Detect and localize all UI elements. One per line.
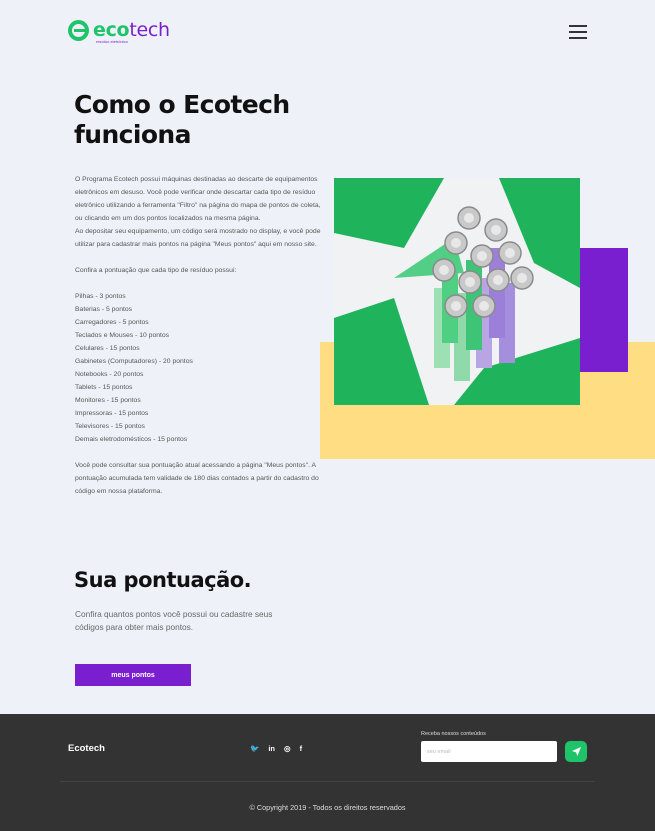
points-item: Pilhas - 3 pontos bbox=[75, 293, 126, 300]
hamburger-menu-icon[interactable] bbox=[569, 25, 587, 39]
twitter-icon[interactable]: 🐦 bbox=[250, 744, 259, 753]
points-item: Monitores - 15 pontos bbox=[75, 397, 141, 404]
facebook-icon[interactable]: f bbox=[300, 744, 303, 753]
points-item: Tablets - 15 pontos bbox=[75, 384, 133, 391]
points-item: Demais eletrodomésticos - 15 pontos bbox=[75, 436, 188, 443]
hero-image-composition bbox=[320, 178, 655, 459]
intro-paragraph: O Programa Ecotech possui máquinas desti… bbox=[75, 176, 321, 248]
ecotech-logo-icon bbox=[68, 20, 89, 41]
batteries-recycling-photo bbox=[334, 178, 580, 405]
send-arrow-icon bbox=[571, 747, 581, 756]
points-heading: Confira a pontuação que cada tipo de res… bbox=[75, 267, 237, 274]
page-title: Como o Ecotech funciona bbox=[74, 90, 290, 149]
my-points-button[interactable]: meus pontos bbox=[75, 664, 191, 686]
logo-tech-text: tech bbox=[129, 19, 170, 41]
logo-tagline: resíduo eletrônico bbox=[96, 39, 128, 44]
points-list: Pilhas - 3 pontos Baterias - 5 pontos Ca… bbox=[75, 290, 325, 446]
points-item: Impressoras - 15 pontos bbox=[75, 410, 149, 417]
send-newsletter-button[interactable] bbox=[565, 741, 587, 762]
points-item: Notebooks - 20 pontos bbox=[75, 371, 144, 378]
points-item: Televisores - 15 pontos bbox=[75, 423, 145, 430]
copyright-text: © Copyright 2019 - Todos os direitos res… bbox=[249, 803, 406, 812]
site-footer: Ecotech 🐦 in ◎ f Receba nossos conteúdos… bbox=[0, 714, 655, 831]
score-description: Confira quantos pontos você possui ou ca… bbox=[75, 609, 273, 632]
site-header: ecotech resíduo eletrônico bbox=[0, 0, 655, 64]
points-item: Teclados e Mouses - 10 pontos bbox=[75, 332, 170, 339]
newsletter-label: Receba nossos conteúdos bbox=[421, 731, 486, 737]
linkedin-icon[interactable]: in bbox=[268, 744, 275, 753]
points-item: Celulares - 15 pontos bbox=[75, 345, 140, 352]
footer-brand: Ecotech bbox=[68, 743, 105, 754]
footer-divider bbox=[60, 781, 595, 782]
closing-paragraph: Você pode consultar sua pontuação atual … bbox=[75, 462, 319, 495]
newsletter-email-input[interactable] bbox=[421, 741, 557, 762]
points-item: Carregadores - 5 pontos bbox=[75, 319, 149, 326]
intro-content: O Programa Ecotech possui máquinas desti… bbox=[75, 173, 325, 511]
instagram-icon[interactable]: ◎ bbox=[284, 744, 291, 753]
points-item: Baterias - 5 pontos bbox=[75, 306, 133, 313]
logo-eco-text: eco bbox=[93, 19, 130, 41]
ecotech-logo[interactable]: ecotech resíduo eletrônico bbox=[68, 19, 170, 44]
social-links: 🐦 in ◎ f bbox=[250, 744, 302, 753]
points-item: Gabinetes (Computadores) - 20 pontos bbox=[75, 358, 193, 365]
score-section-title: Sua pontuação. bbox=[74, 568, 252, 592]
